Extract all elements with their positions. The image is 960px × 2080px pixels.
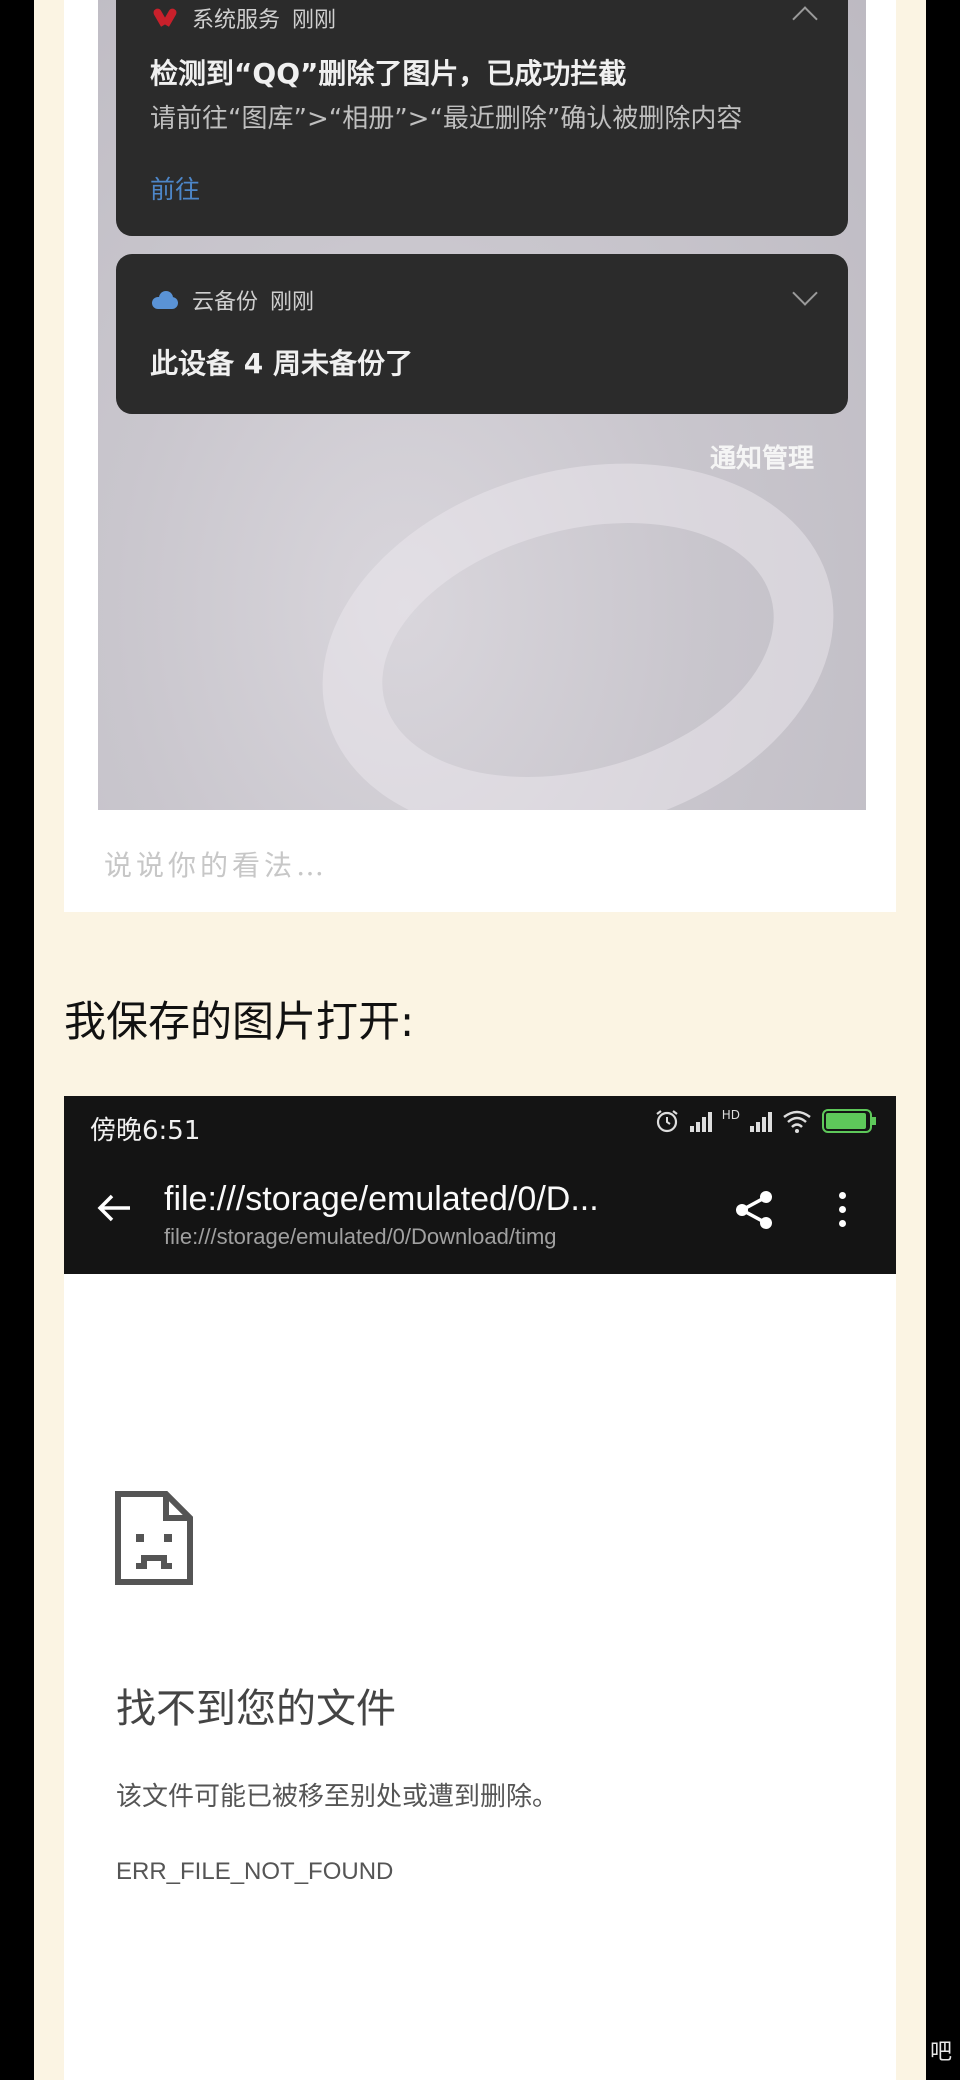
notification-manage-button[interactable]: 通知管理 <box>710 438 814 475</box>
post-caption: 我保存的图片打开: <box>64 997 415 1046</box>
notification-card-system-service[interactable]: 系统服务 刚刚 检测到“QQ”删除了图片，已成功拦截 请前往“图库”>“相册”>… <box>116 0 848 236</box>
error-code: ERR_FILE_NOT_FOUND <box>116 1858 394 1885</box>
card-title: 此设备 4 周未备份了 <box>150 347 413 380</box>
chevron-down-icon[interactable] <box>792 280 818 306</box>
card-app-name: 系统服务 <box>192 8 281 33</box>
card-body: 请前往“图库”>“相册”>“最近删除”确认被删除内容 <box>150 104 743 134</box>
card-title: 检测到“QQ”删除了图片，已成功拦截 <box>150 57 627 90</box>
status-time: 傍晚6:51 <box>90 1116 201 1146</box>
alarm-icon <box>656 1110 678 1133</box>
status-icons: HD <box>654 1108 876 1134</box>
share-icon[interactable] <box>732 1188 776 1232</box>
browser-screenshot: 傍晚6:51 HD file:///storage/emulated/0/D..… <box>64 1096 896 2080</box>
card-time: 刚刚 <box>292 8 337 33</box>
error-title: 找不到您的文件 <box>116 1686 396 1732</box>
card-time: 刚刚 <box>270 290 315 315</box>
post-page: 系统服务 刚刚 检测到“QQ”删除了图片，已成功拦截 请前往“图库”>“相册”>… <box>34 0 926 2080</box>
url-subtitle: file:///storage/emulated/0/Download/timg <box>164 1224 557 1249</box>
chevron-up-icon[interactable] <box>792 6 818 32</box>
comment-input[interactable]: 说说你的看法… <box>104 844 328 884</box>
notification-card-cloud-backup[interactable]: 云备份 刚刚 此设备 4 周未备份了 <box>116 254 848 414</box>
cloud-icon <box>150 291 180 309</box>
back-arrow-icon[interactable] <box>94 1188 134 1228</box>
battery-charging-icon <box>822 1109 876 1133</box>
card-header: 云备份 刚刚 <box>150 284 314 316</box>
notification-screenshot: 系统服务 刚刚 检测到“QQ”删除了图片，已成功拦截 请前往“图库”>“相册”>… <box>64 0 896 912</box>
signal-icon <box>750 1110 772 1132</box>
url-title[interactable]: file:///storage/emulated/0/D... <box>164 1180 599 1219</box>
hd-label: HD <box>721 1108 740 1122</box>
card-app-name: 云备份 <box>192 290 259 315</box>
go-link[interactable]: 前往 <box>150 170 200 206</box>
more-vert-icon[interactable] <box>836 1192 848 1232</box>
watermark: 吧 <box>929 2040 952 2065</box>
browser-toolbar: 傍晚6:51 HD file:///storage/emulated/0/D..… <box>64 1096 896 1274</box>
huawei-logo-icon <box>150 8 180 28</box>
error-description: 该文件可能已被移至别处或遭到删除。 <box>116 1782 559 1812</box>
signal-icon <box>689 1110 712 1132</box>
wifi-icon <box>783 1110 811 1133</box>
notification-shade: 系统服务 刚刚 检测到“QQ”删除了图片，已成功拦截 请前往“图库”>“相册”>… <box>98 0 866 810</box>
card-header: 系统服务 刚刚 <box>150 2 336 34</box>
broken-file-icon <box>115 1491 193 1585</box>
